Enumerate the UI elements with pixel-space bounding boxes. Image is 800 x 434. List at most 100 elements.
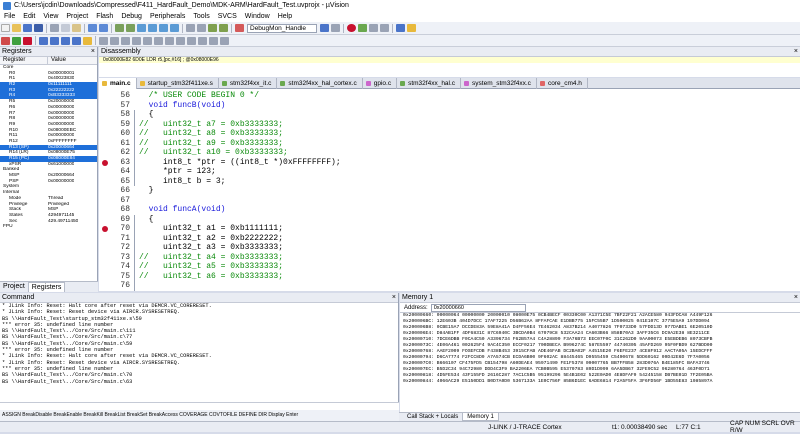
symbols-window-icon[interactable] (121, 36, 130, 45)
code-line[interactable]: // uint32_t a9 = 0xb3333333; (139, 139, 283, 149)
incremental-find-icon[interactable] (331, 24, 340, 32)
menu-item-flash[interactable]: Flash (92, 13, 117, 20)
analysis-window-icon[interactable] (187, 36, 196, 45)
tab-main-c[interactable]: main.c (99, 78, 137, 89)
code-line[interactable]: /* USER CODE BEGIN 0 */ (139, 91, 259, 101)
show-next-statement-icon[interactable] (83, 36, 92, 45)
code-line[interactable]: funcB(); (139, 291, 201, 292)
system-viewer-icon[interactable] (209, 36, 218, 45)
tab-system-stm32f4xx-c[interactable]: system_stm32f4xx.c (461, 78, 537, 89)
column-register[interactable]: Register (0, 57, 48, 64)
menu-item-edit[interactable]: Edit (19, 13, 39, 20)
code-line[interactable]: // uint32_t a8 = 0xb3333333; (139, 129, 283, 139)
step-out-icon[interactable] (61, 36, 70, 45)
undo-icon[interactable] (88, 24, 97, 32)
tab-stm32f4xx-it-c[interactable]: stm32f4xx_it.c (219, 78, 278, 89)
code-line[interactable]: // uint32_t a7 = 0xb3333333; (139, 120, 283, 130)
step-over-icon[interactable] (50, 36, 59, 45)
open-folder-icon[interactable] (12, 24, 21, 32)
registers-window-icon[interactable] (132, 36, 141, 45)
code-line[interactable]: // uint32_t a5 = 0xb3333333; (139, 262, 283, 272)
code-line[interactable]: void funcB(void) (139, 101, 226, 111)
menu-item-file[interactable]: File (0, 13, 19, 20)
nav-forward-icon[interactable] (126, 24, 135, 32)
tab-memory-1[interactable]: Memory 1 (462, 413, 499, 421)
tab-call-stack-locals[interactable]: Call Stack + Locals (403, 413, 462, 421)
tab-stm32f4xx-hal-c[interactable]: stm32f4xx_hal.c (397, 78, 462, 89)
bookmark-icon[interactable] (137, 24, 146, 32)
menu-item-window[interactable]: Window (241, 13, 274, 20)
bookmark-next-icon[interactable] (159, 24, 168, 32)
step-into-icon[interactable] (39, 36, 48, 45)
code-line[interactable]: int8_t b = 3; (139, 177, 225, 187)
register-row[interactable]: FPU (0, 224, 97, 230)
find-icon[interactable] (320, 24, 329, 32)
code-editor[interactable]: 56 57 58 59 60 61 62 63 64 65 66 67 68 69 70 71 72 73 74 75… (99, 89, 800, 291)
tab-stm32f4xx-hal-cortex-c[interactable]: stm32f4xx_hal_cortex.c (277, 78, 363, 89)
debug-session-icon[interactable] (347, 24, 356, 32)
target-combo[interactable]: DebugMon_Handle (247, 23, 317, 33)
watch-window-icon[interactable] (154, 36, 163, 45)
stop-icon[interactable] (23, 36, 32, 45)
menu-item-project[interactable]: Project (62, 13, 92, 20)
menu-item-help[interactable]: Help (274, 13, 296, 20)
reset-icon[interactable] (1, 36, 10, 45)
close-icon[interactable]: × (392, 294, 398, 301)
tab-project[interactable]: Project (0, 282, 28, 292)
code-line[interactable]: uint32_t a2 = 0xb2222222; (139, 234, 283, 244)
tab-startup-stm32f411xe-s[interactable]: startup_stm32f411xe.s (137, 78, 219, 89)
indent-icon[interactable] (186, 24, 195, 32)
window-icon[interactable] (396, 24, 405, 32)
nav-back-icon[interactable] (115, 24, 124, 32)
code-line[interactable]: *ptr = 123; (139, 167, 216, 177)
comment-icon[interactable] (208, 24, 217, 32)
serial-window-icon[interactable] (176, 36, 185, 45)
paste-icon[interactable] (72, 24, 81, 32)
bookmark-clear-icon[interactable] (170, 24, 179, 32)
menu-item-tools[interactable]: Tools (189, 13, 213, 20)
menu-item-view[interactable]: View (39, 13, 62, 20)
close-icon[interactable]: × (91, 48, 97, 55)
breakpoint-marker[interactable] (102, 226, 108, 232)
code-line[interactable]: void funcA(void) (139, 205, 226, 215)
disassembly-window-icon[interactable] (110, 36, 119, 45)
column-value[interactable]: Value (48, 57, 66, 64)
tab-registers[interactable]: Registers (27, 282, 66, 292)
menu-item-svcs[interactable]: SVCS (214, 13, 241, 20)
toolbox-icon[interactable] (220, 36, 229, 45)
close-icon[interactable]: × (794, 48, 800, 55)
run-icon[interactable] (12, 36, 21, 45)
code-line[interactable]: uint32_t a3 = 0xb3333333; (139, 243, 283, 253)
code-line[interactable]: { (139, 215, 154, 225)
run-to-cursor-icon[interactable] (72, 36, 81, 45)
tab-gpio-c[interactable]: gpio.c (363, 78, 398, 89)
copy-icon[interactable] (61, 24, 70, 32)
code-line[interactable]: // uint32_t a10 = 0xb3333333; (139, 148, 288, 158)
command-input[interactable] (0, 402, 399, 410)
close-icon[interactable]: × (794, 294, 800, 301)
command-window-icon[interactable] (99, 36, 108, 45)
unindent-icon[interactable] (197, 24, 206, 32)
breakpoint-marker[interactable] (102, 159, 108, 166)
find-in-files-icon[interactable] (235, 24, 244, 32)
cut-icon[interactable] (50, 24, 59, 32)
code-line[interactable]: uint32_t a1 = 0xb1111111; (139, 224, 283, 234)
new-file-icon[interactable] (1, 24, 10, 32)
editor-gutter[interactable]: 56 57 58 59 60 61 62 63 64 65 66 67 68 69 70 71 72 73 74 75… (99, 89, 133, 291)
tab-core-cm4-h[interactable]: core_cm4.h (537, 78, 588, 89)
code-line[interactable]: // uint32_t a6 = 0xb3333333; (139, 272, 283, 282)
kill-breakpoints-icon[interactable] (380, 24, 389, 32)
menu-item-debug[interactable]: Debug (117, 13, 146, 20)
memory-row[interactable]: 0x20000844: 4066AC29 E5150DD1 B0D7A0D0 5… (400, 379, 800, 385)
bookmark-prev-icon[interactable] (148, 24, 157, 32)
memory-window-icon[interactable] (165, 36, 174, 45)
trace-window-icon[interactable] (198, 36, 207, 45)
insert-breakpoint-icon[interactable] (358, 24, 367, 32)
menu-item-peripherals[interactable]: Peripherals (146, 13, 189, 20)
save-icon[interactable] (23, 24, 32, 32)
address-input[interactable]: 0x20000660 (430, 303, 526, 312)
code-line[interactable]: { (139, 110, 154, 120)
code-line[interactable]: // uint32_t a4 = 0xb3333333; (139, 253, 283, 263)
disable-breakpoint-icon[interactable] (369, 24, 378, 32)
redo-icon[interactable] (99, 24, 108, 32)
